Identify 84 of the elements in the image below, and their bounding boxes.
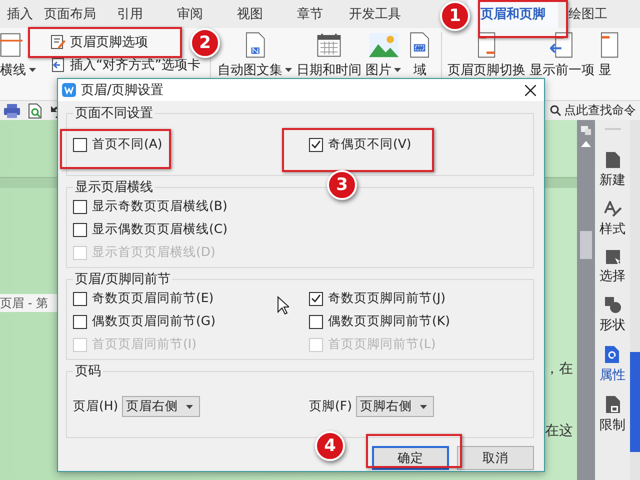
caret-icon <box>186 404 194 408</box>
checkbox-option: 显示首页页眉横线(D) <box>73 244 309 261</box>
ribbon-tab[interactable]: 插入 <box>0 0 40 28</box>
dialog-title: 页眉/页脚设置 <box>81 82 164 99</box>
header-line-button[interactable]: 横线 <box>0 28 38 79</box>
header-footer-options-button[interactable]: 页眉页脚选项 <box>46 32 152 52</box>
print-preview-icon[interactable] <box>28 102 42 118</box>
field-label: 页脚(F) <box>309 398 352 415</box>
page-switch-icon <box>476 32 498 58</box>
ok-button[interactable]: 确定 <box>372 446 449 470</box>
checkbox-option[interactable]: 偶数页页眉同前节(G) <box>73 313 309 330</box>
calendar-icon <box>316 32 342 58</box>
scroll-up-icon[interactable] <box>581 141 591 147</box>
side-panel-button[interactable]: 限制 <box>600 396 626 434</box>
ribbon-tab[interactable]: 页眉和页脚 <box>468 0 558 28</box>
side-panel-button[interactable]: 形状 <box>600 297 626 334</box>
group-title: 页码 <box>74 363 102 380</box>
group-title: 页面不同设置 <box>74 105 154 122</box>
ribbon-button[interactable]: 图片 <box>363 28 404 79</box>
split-view-icon[interactable] <box>581 126 591 135</box>
side-panel-button[interactable]: 新建 <box>600 152 626 189</box>
ribbon-tab[interactable]: 审阅 <box>160 0 220 28</box>
command-search-field[interactable]: 点此查找命令 <box>550 102 636 119</box>
lock-icon <box>606 396 620 413</box>
field-label: 页眉(H) <box>73 398 118 415</box>
scroll-thumb[interactable] <box>580 231 592 259</box>
cancel-button[interactable]: 取消 <box>457 446 534 470</box>
checkbox-option[interactable]: 奇数页页眉同前节(E) <box>73 290 309 307</box>
select-icon <box>606 250 620 264</box>
group-title: 显示页眉横线 <box>74 179 154 196</box>
ribbon-button[interactable]: 域 <box>403 28 437 79</box>
ribbon-button[interactable]: 显 <box>596 28 622 79</box>
checkbox[interactable] <box>73 200 87 214</box>
checkbox[interactable] <box>73 222 87 236</box>
close-icon <box>525 84 536 96</box>
checkbox[interactable] <box>73 138 87 152</box>
document-text: ，在 <box>545 360 574 378</box>
shapes-icon <box>604 297 620 313</box>
app-logo-icon <box>62 83 76 97</box>
checkbox[interactable] <box>309 138 323 152</box>
ribbon-tab[interactable]: 引用 <box>100 0 160 28</box>
caret-icon <box>420 404 427 408</box>
checkbox-option[interactable]: 奇偶页不同(V) <box>309 136 527 153</box>
search-icon <box>550 105 561 116</box>
checkbox-option[interactable]: 显示奇数页页眉横线(B) <box>73 198 309 215</box>
checkbox[interactable] <box>73 292 87 306</box>
checkbox[interactable] <box>309 292 323 306</box>
header-label: 页眉 - 第 <box>0 294 57 312</box>
group-title: 页眉/页脚同前节 <box>74 271 172 288</box>
tab-insert-icon <box>50 57 66 73</box>
checkbox-option: 首页页眉同前节(I) <box>73 336 309 353</box>
dropdown[interactable]: 页眉右侧 <box>122 396 200 417</box>
close-button[interactable] <box>523 82 538 98</box>
insert-tab-button[interactable]: 插入“对齐方式”选项卡 <box>46 55 204 75</box>
ribbon-button[interactable]: 显示前一项 <box>528 28 597 79</box>
side-panel-button[interactable]: 样式 <box>600 201 626 238</box>
next-page-icon <box>598 32 620 58</box>
checkbox-option[interactable]: 奇数页页脚同前节(J) <box>309 290 527 307</box>
checkbox[interactable] <box>73 314 87 328</box>
checkbox-option: 首页页脚同前节(L) <box>309 336 527 353</box>
picture-icon <box>368 32 400 58</box>
ribbon-tab[interactable]: 页面布局 <box>40 0 100 28</box>
previous-page-icon <box>550 32 574 58</box>
checkbox-option[interactable]: 首页不同(A) <box>73 136 309 153</box>
style-icon <box>604 201 622 217</box>
ribbon-tab[interactable]: 章节 <box>280 0 340 28</box>
ribbon-tab[interactable]: 开发工具 <box>340 0 410 28</box>
ribbon-tab[interactable]: 视图 <box>220 0 280 28</box>
side-panel-button[interactable]: 属性 <box>600 346 626 384</box>
document-icon <box>244 32 266 58</box>
side-panel-button[interactable]: 选择 <box>600 250 626 285</box>
new-document-icon <box>606 152 620 168</box>
document-text: 在这 <box>545 422 574 440</box>
dropdown[interactable]: 页脚右侧 <box>356 396 434 417</box>
scrollbar[interactable] <box>577 120 595 480</box>
checkbox[interactable] <box>309 314 323 328</box>
ribbon-tab[interactable]: 绘图工 <box>558 0 618 28</box>
field-icon <box>409 32 431 58</box>
print-icon[interactable] <box>4 104 20 118</box>
checkbox-option[interactable]: 偶数页页脚同前节(K) <box>309 313 527 330</box>
properties-icon <box>604 346 620 363</box>
checkbox-option[interactable]: 显示偶数页页眉横线(C) <box>73 221 309 238</box>
mouse-cursor-icon <box>277 296 289 315</box>
edit-page-icon <box>50 34 66 50</box>
